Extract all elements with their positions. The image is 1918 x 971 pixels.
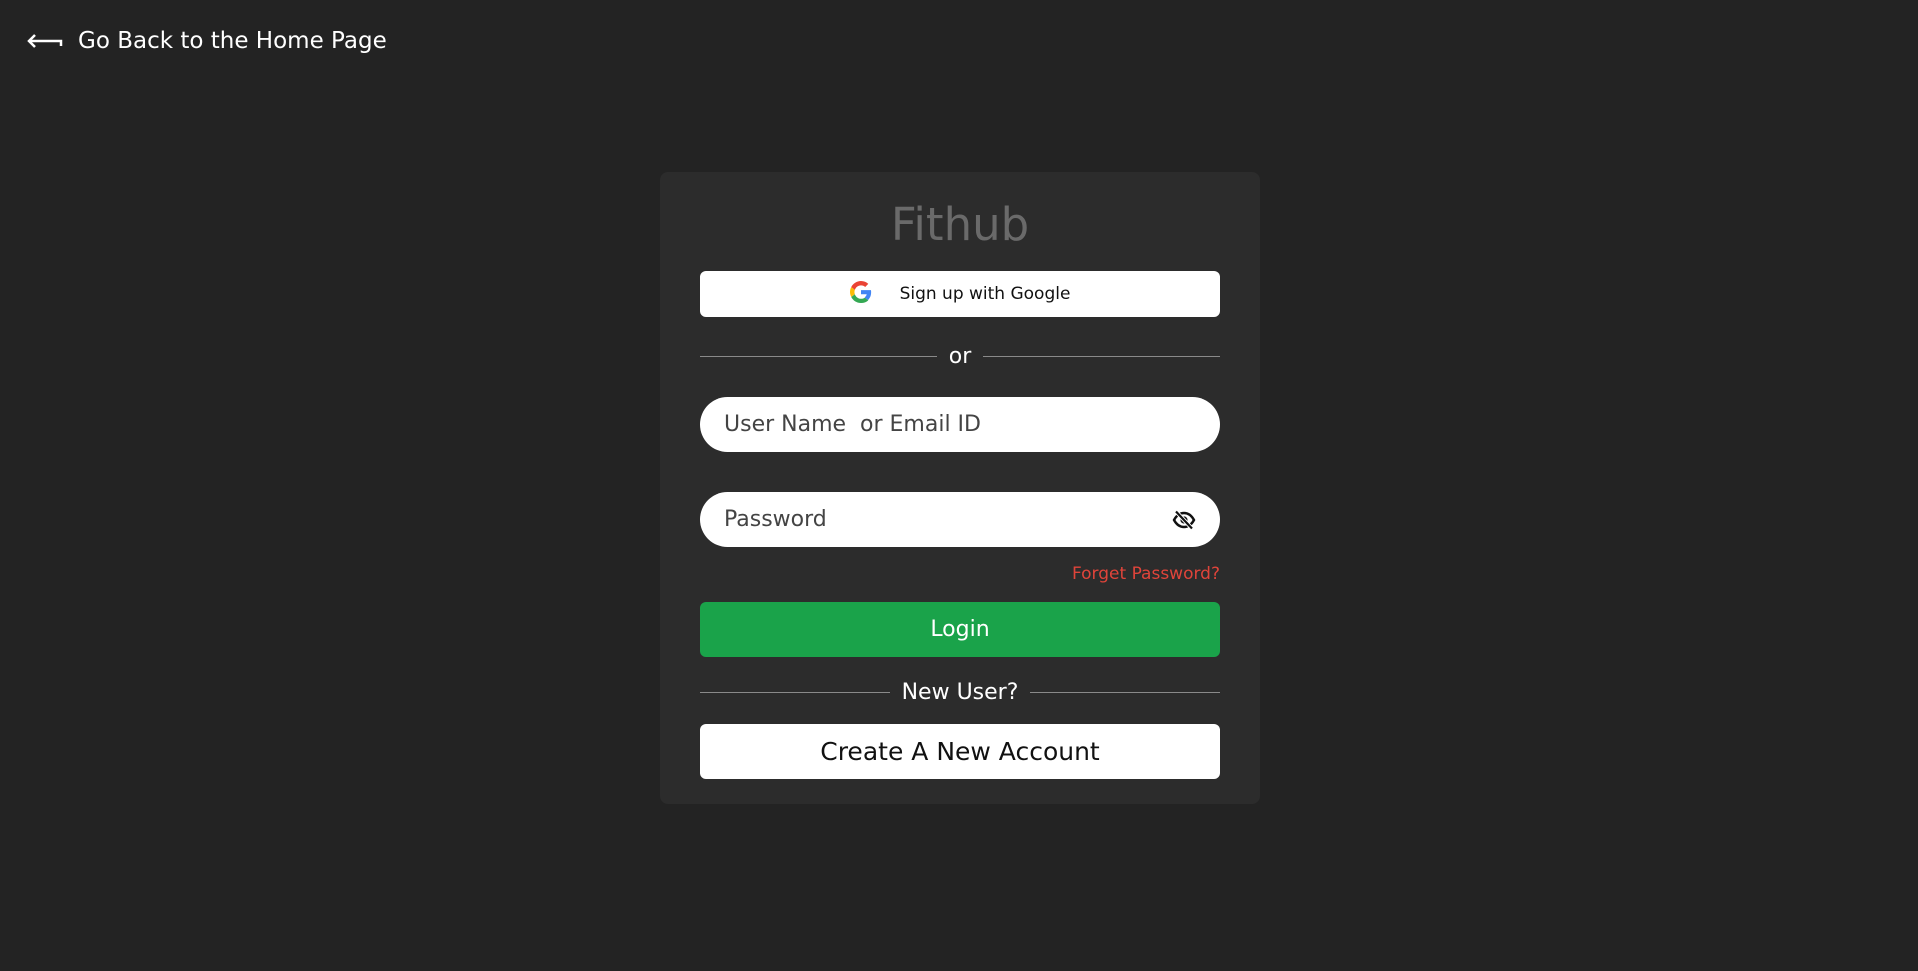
google-signup-label: Sign up with Google [899, 284, 1071, 304]
new-user-divider: New User? [700, 672, 1220, 712]
eye-slash-icon[interactable] [1172, 509, 1196, 530]
forgot-password-link[interactable]: Forget Password? [700, 564, 1220, 584]
password-field-wrapper [700, 492, 1220, 547]
brand-title: Fithub [890, 198, 1030, 251]
divider-line [983, 355, 1221, 357]
divider-line [700, 355, 937, 357]
divider-line [700, 691, 890, 693]
login-card: Fithub Sign up with Google or User Name … [660, 172, 1260, 804]
login-button[interactable]: Login [700, 602, 1220, 657]
username-input[interactable] [724, 412, 1196, 437]
or-label: or [948, 343, 972, 369]
username-field-wrapper [700, 397, 1220, 452]
google-signup-button[interactable]: Sign up with Google [700, 271, 1220, 317]
password-input[interactable] [724, 507, 1172, 532]
back-to-home-link[interactable]: Go Back to the Home Page [26, 28, 387, 54]
google-icon [849, 280, 872, 308]
new-user-label: New User? [901, 679, 1019, 705]
or-divider: or [700, 336, 1221, 376]
back-link-label: Go Back to the Home Page [78, 28, 387, 54]
arrow-left-return-icon [26, 30, 64, 52]
divider-line [1030, 691, 1220, 693]
create-account-button[interactable]: Create A New Account [700, 724, 1220, 779]
